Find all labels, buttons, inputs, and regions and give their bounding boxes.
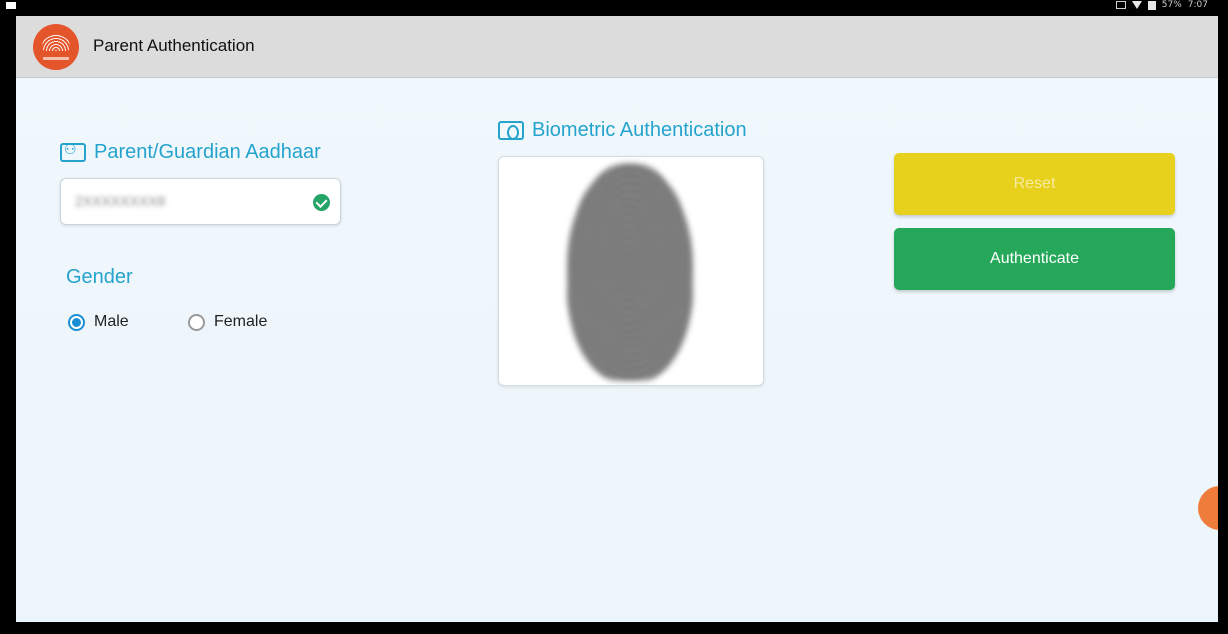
page-title: Parent Authentication bbox=[93, 36, 255, 55]
notification-icon bbox=[6, 2, 16, 9]
status-bar: 57% 7:07 bbox=[0, 0, 1228, 16]
aadhaar-section-header: Parent/Guardian Aadhaar bbox=[60, 141, 321, 164]
app-bar: Parent Authentication bbox=[16, 16, 1218, 78]
fingerprint-capture-area[interactable] bbox=[498, 156, 764, 386]
check-circle-icon bbox=[313, 194, 330, 211]
gender-label: Gender bbox=[66, 266, 133, 288]
app-screen: Parent Authentication Parent/Guardian Aa… bbox=[16, 16, 1218, 622]
status-icons: 57% 7:07 bbox=[1115, 0, 1208, 10]
radio-button-female[interactable] bbox=[188, 313, 205, 331]
battery-level: 57% bbox=[1161, 0, 1182, 10]
aadhaar-number-field[interactable]: 2XXXXXXXX8 bbox=[60, 178, 341, 225]
contacts-icon bbox=[60, 142, 86, 162]
aadhaar-number-value: 2XXXXXXXX8 bbox=[75, 193, 166, 209]
biometric-section-header: Biometric Authentication bbox=[498, 119, 747, 142]
fingerprint-icon bbox=[498, 121, 524, 140]
reset-button[interactable]: Reset bbox=[894, 153, 1175, 215]
aadhaar-section-title: Parent/Guardian Aadhaar bbox=[94, 141, 321, 163]
radio-button-male[interactable] bbox=[68, 313, 85, 331]
biometric-section-title: Biometric Authentication bbox=[532, 119, 747, 141]
clock: 7:07 bbox=[1187, 0, 1208, 10]
aadhaar-logo-icon bbox=[33, 24, 79, 70]
gender-option-male[interactable]: Male bbox=[68, 313, 129, 331]
gender-option-label: Male bbox=[94, 313, 129, 330]
fingerprint-image bbox=[567, 163, 693, 381]
battery-icon bbox=[1147, 0, 1156, 10]
nfc-icon bbox=[1115, 1, 1126, 9]
wifi-icon bbox=[1131, 1, 1142, 9]
authenticate-button[interactable]: Authenticate bbox=[894, 228, 1175, 290]
gender-option-label: Female bbox=[214, 313, 268, 330]
gender-option-female[interactable]: Female bbox=[188, 313, 267, 331]
floating-action-button[interactable] bbox=[1198, 486, 1218, 530]
